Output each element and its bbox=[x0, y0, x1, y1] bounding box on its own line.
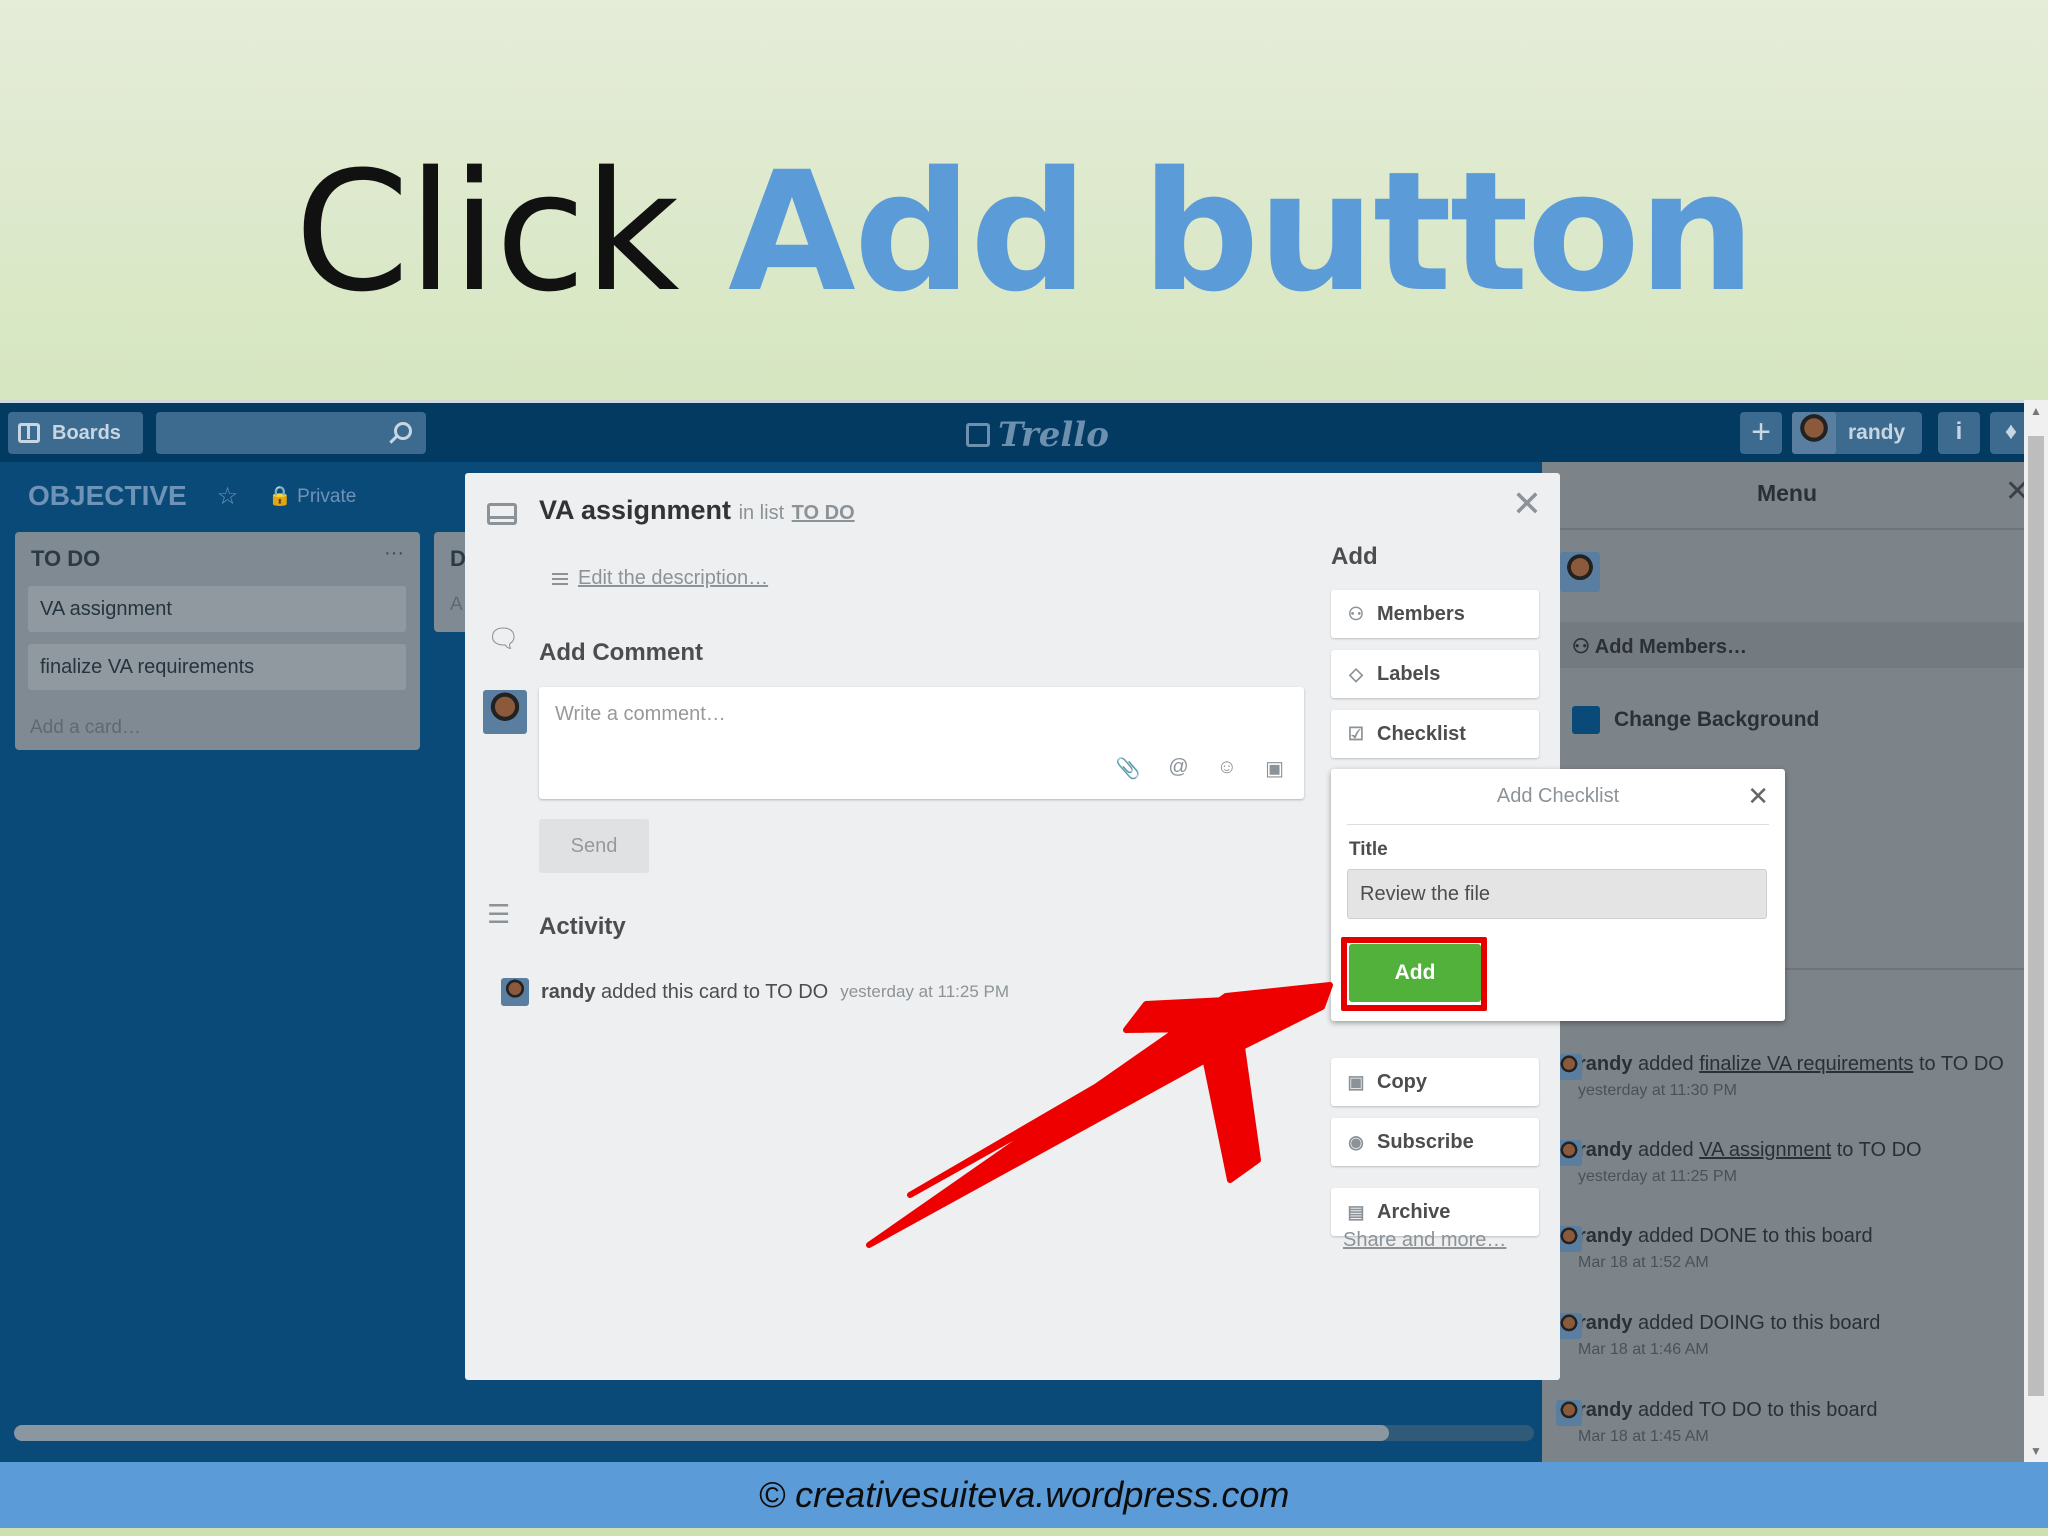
checklist-button[interactable]: ☑ Checklist bbox=[1331, 710, 1539, 758]
subscribe-button[interactable]: ◉ Subscribe bbox=[1331, 1118, 1539, 1166]
list-card[interactable]: finalize VA requirements bbox=[28, 644, 406, 690]
description-icon bbox=[552, 572, 568, 585]
background-swatch bbox=[1572, 706, 1600, 734]
comment-icon: 🗨 bbox=[487, 623, 521, 653]
tag-icon: ◇ bbox=[1349, 663, 1363, 684]
activity-heading: Activity bbox=[539, 913, 626, 940]
attachment-icon[interactable]: 📎 bbox=[1115, 756, 1140, 781]
checkbox-icon: ☑ bbox=[1347, 723, 1365, 744]
copy-icon: ▣ bbox=[1347, 1071, 1365, 1092]
checklist-title-input[interactable] bbox=[1347, 869, 1767, 919]
menu-activity-item: randy added VA assignment to TO DO yester… bbox=[1556, 1138, 2018, 1188]
comment-placeholder: Write a comment… bbox=[555, 703, 726, 725]
trello-logo[interactable]: Trello bbox=[966, 415, 1109, 455]
add-members-button[interactable]: ⚇ Add Members… bbox=[1542, 622, 2032, 668]
card-name[interactable]: VA assignment bbox=[539, 495, 731, 525]
user-menu-button[interactable]: randy bbox=[1792, 412, 1922, 454]
boards-label: Boards bbox=[52, 421, 121, 444]
footer-bar: © creativesuiteva.wordpress.com bbox=[0, 1462, 2048, 1528]
list-card[interactable]: VA assignment bbox=[28, 586, 406, 632]
menu-activity-item: randy added DOING to this board Mar 18 at… bbox=[1556, 1311, 2018, 1361]
change-background-button[interactable]: Change Background bbox=[1572, 706, 1819, 734]
search-icon bbox=[394, 422, 412, 440]
eye-icon: ◉ bbox=[1348, 1131, 1364, 1152]
slide-title: Click Add button bbox=[294, 136, 1755, 328]
archive-icon: ▤ bbox=[1347, 1201, 1365, 1222]
avatar bbox=[1792, 412, 1836, 454]
list-todo: TO DO ··· VA assignment finalize VA requ… bbox=[15, 532, 420, 750]
menu-activity-item: randy added finalize VA requirements to … bbox=[1556, 1052, 2018, 1102]
send-button[interactable]: Send bbox=[539, 819, 649, 873]
horizontal-scrollbar[interactable] bbox=[14, 1425, 1389, 1441]
card-link-icon[interactable]: ▣ bbox=[1265, 756, 1284, 781]
info-icon[interactable]: i bbox=[1938, 412, 1980, 454]
boards-icon bbox=[18, 423, 40, 443]
member-avatar[interactable] bbox=[1560, 552, 1600, 592]
members-button[interactable]: ⚇ Members bbox=[1331, 590, 1539, 638]
slide-banner: Click Add button bbox=[0, 0, 2048, 400]
footer-strip bbox=[0, 1528, 2048, 1536]
comment-input[interactable]: Write a comment… 📎 @ ☺ ▣ bbox=[539, 687, 1304, 799]
mention-icon[interactable]: @ bbox=[1168, 756, 1188, 781]
title-label: Title bbox=[1349, 839, 1388, 860]
vertical-scrollbar[interactable]: ▲ ▼ bbox=[2024, 400, 2048, 1462]
card-link[interactable]: finalize VA requirements bbox=[1699, 1053, 1913, 1075]
close-icon[interactable]: ✕ bbox=[1512, 483, 1542, 525]
labels-button[interactable]: ◇ Labels bbox=[1331, 650, 1539, 698]
person-icon: ⚇ bbox=[1347, 603, 1365, 624]
card-title: VA assignment in list TO DO bbox=[539, 495, 855, 525]
top-header-bar: Boards Trello + randy i ♦ bbox=[0, 400, 2048, 462]
copyright-text: © creativesuiteva.wordpress.com bbox=[758, 1474, 1290, 1515]
comment-tools: 📎 @ ☺ ▣ bbox=[1115, 756, 1284, 781]
edit-description-link[interactable]: Edit the description… bbox=[552, 567, 768, 590]
trello-logo-icon bbox=[966, 423, 990, 447]
menu-activity-item: randy added TO DO to this board Mar 18 at… bbox=[1556, 1398, 2018, 1448]
scroll-thumb[interactable] bbox=[2028, 436, 2044, 1396]
share-and-more-link[interactable]: Share and more… bbox=[1343, 1229, 1506, 1252]
popover-title: Add Checklist bbox=[1496, 785, 1620, 807]
divider bbox=[1347, 824, 1769, 825]
card-link[interactable]: VA assignment bbox=[1699, 1139, 1831, 1161]
add-button[interactable]: Add bbox=[1349, 944, 1481, 1002]
search-input[interactable] bbox=[156, 412, 426, 454]
boards-button[interactable]: Boards bbox=[8, 412, 143, 454]
add-plus-button[interactable]: + bbox=[1740, 412, 1782, 454]
close-icon[interactable]: ✕ bbox=[1747, 781, 1769, 812]
divider bbox=[1542, 528, 2032, 530]
star-icon[interactable]: ☆ bbox=[217, 482, 239, 511]
menu-activity-item: randy added DONE to this board Mar 18 at … bbox=[1556, 1224, 2018, 1274]
list-link[interactable]: TO DO bbox=[792, 502, 855, 524]
scroll-down-arrow[interactable]: ▼ bbox=[2030, 1444, 2042, 1458]
avatar bbox=[483, 690, 527, 734]
scroll-up-arrow[interactable]: ▲ bbox=[2030, 404, 2042, 418]
add-comment-heading: Add Comment bbox=[539, 639, 703, 666]
copy-button[interactable]: ▣ Copy bbox=[1331, 1058, 1539, 1106]
emoji-icon[interactable]: ☺ bbox=[1217, 756, 1237, 781]
list-title[interactable]: TO DO bbox=[31, 546, 100, 572]
avatar bbox=[501, 978, 529, 1006]
visibility-button[interactable]: 🔒 Private bbox=[268, 484, 356, 508]
activity-item: randy added this card to TO DO yesterday… bbox=[501, 978, 1009, 1006]
list-menu-icon[interactable]: ··· bbox=[384, 542, 404, 565]
activity-icon: ☰ bbox=[487, 899, 511, 929]
add-card-link[interactable]: Add a card… bbox=[30, 717, 141, 739]
board-name[interactable]: OBJECTIVE bbox=[28, 480, 187, 512]
add-section-heading: Add bbox=[1331, 543, 1378, 570]
avatar bbox=[1556, 1400, 1582, 1426]
board-header: OBJECTIVE ☆ 🔒 Private bbox=[28, 480, 356, 512]
card-icon bbox=[487, 503, 517, 525]
add-checklist-popover: Add Checklist ✕ Title Add bbox=[1331, 769, 1785, 1021]
menu-title: Menu bbox=[1756, 480, 1818, 506]
